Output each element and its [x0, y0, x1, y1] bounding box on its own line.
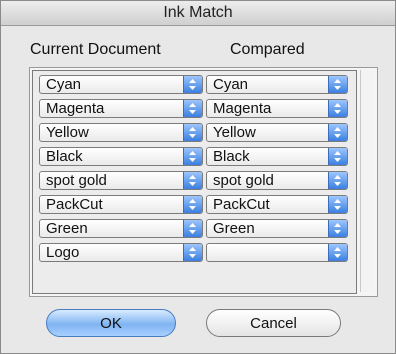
up-down-arrows-icon [328, 100, 347, 117]
current-ink-popup[interactable]: Yellow [39, 123, 203, 142]
current-ink-label: Yellow [46, 124, 89, 141]
compared-ink-label: PackCut [213, 196, 270, 213]
current-ink-label: Cyan [46, 76, 82, 93]
list-scrollbar[interactable] [360, 70, 375, 292]
compared-ink-label: Magenta [213, 100, 272, 117]
compared-ink-label: Cyan [213, 76, 249, 93]
up-down-arrows-icon [328, 172, 347, 189]
compared-ink-label: spot gold [213, 172, 274, 189]
compared-ink-popup[interactable]: PackCut [206, 195, 348, 214]
up-down-arrows-icon [328, 196, 347, 213]
ink-match-dialog: Ink Match Current Document Compared Cyan… [0, 0, 396, 354]
current-ink-label: Black [46, 148, 83, 165]
current-ink-popup[interactable]: Green [39, 219, 203, 238]
ok-button[interactable]: OK [46, 309, 176, 337]
up-down-arrows-icon [328, 76, 347, 93]
cancel-button[interactable]: Cancel [206, 309, 341, 337]
compared-ink-popup[interactable]: spot gold [206, 171, 348, 190]
up-down-arrows-icon [183, 196, 202, 213]
up-down-arrows-icon [328, 124, 347, 141]
compared-ink-popup[interactable]: Cyan [206, 75, 348, 94]
up-down-arrows-icon [183, 76, 202, 93]
compared-ink-label: Yellow [213, 124, 256, 141]
compared-ink-popup[interactable]: Green [206, 219, 348, 238]
up-down-arrows-icon [183, 220, 202, 237]
current-ink-popup[interactable]: Magenta [39, 99, 203, 118]
up-down-arrows-icon [328, 220, 347, 237]
current-ink-label: spot gold [46, 172, 107, 189]
current-ink-label: Logo [46, 244, 80, 261]
current-ink-label: Magenta [46, 100, 105, 117]
compared-ink-label: Green [213, 220, 255, 237]
up-down-arrows-icon [183, 148, 202, 165]
ink-list: Cyan Cyan Magenta Magenta Yellow Yellow … [32, 70, 357, 294]
compared-ink-popup[interactable]: Black [206, 147, 348, 166]
current-ink-label: Green [46, 220, 88, 237]
compared-ink-popup[interactable] [206, 243, 348, 262]
up-down-arrows-icon [183, 172, 202, 189]
column-header-current-document: Current Document [30, 41, 161, 58]
dialog-title: Ink Match [1, 1, 395, 26]
current-ink-popup[interactable]: Cyan [39, 75, 203, 94]
up-down-arrows-icon [328, 148, 347, 165]
current-ink-label: PackCut [46, 196, 103, 213]
current-ink-popup[interactable]: PackCut [39, 195, 203, 214]
compared-ink-label: Black [213, 148, 250, 165]
ink-list-panel: Cyan Cyan Magenta Magenta Yellow Yellow … [29, 67, 378, 297]
current-ink-popup[interactable]: spot gold [39, 171, 203, 190]
compared-ink-popup[interactable]: Yellow [206, 123, 348, 142]
up-down-arrows-icon [183, 100, 202, 117]
column-header-compared: Compared [230, 41, 305, 58]
up-down-arrows-icon [183, 244, 202, 261]
compared-ink-popup[interactable]: Magenta [206, 99, 348, 118]
current-ink-popup[interactable]: Black [39, 147, 203, 166]
up-down-arrows-icon [183, 124, 202, 141]
current-ink-popup[interactable]: Logo [39, 243, 203, 262]
up-down-arrows-icon [328, 244, 347, 261]
